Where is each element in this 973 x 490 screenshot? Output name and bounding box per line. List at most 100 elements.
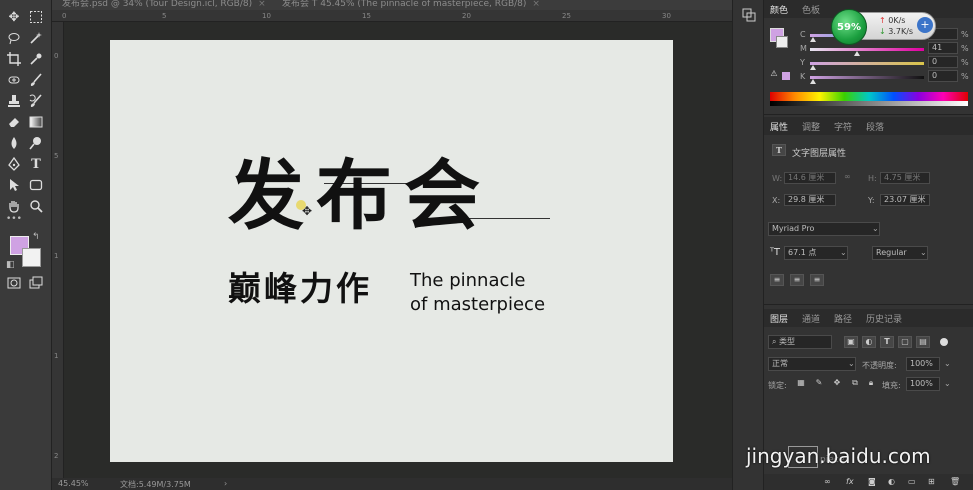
subline-english-line-1[interactable]: The pinnacle bbox=[410, 272, 525, 290]
align-center-icon[interactable]: ≡ bbox=[790, 274, 804, 286]
align-left-icon[interactable]: ≡ bbox=[770, 274, 784, 286]
filter-type-icon[interactable]: T bbox=[880, 336, 894, 348]
x-input[interactable]: 29.8 厘米 bbox=[784, 194, 836, 206]
blur-tool-icon[interactable] bbox=[4, 134, 24, 152]
color-panel-background-swatch[interactable] bbox=[776, 36, 788, 48]
tab-properties[interactable]: 属性 bbox=[770, 120, 788, 133]
document-tab-1[interactable]: 发布会.psd @ 34% (Tour Design.icl, RGB/8) × bbox=[62, 0, 266, 10]
path-selection-tool-icon[interactable] bbox=[4, 176, 24, 194]
filter-smart-object-icon[interactable]: ▤ bbox=[916, 336, 930, 348]
crop-tool-icon[interactable] bbox=[4, 50, 24, 68]
background-color-swatch[interactable] bbox=[22, 248, 41, 267]
width-input[interactable]: 14.6 厘米 bbox=[784, 172, 836, 184]
document-tab-2[interactable]: 发布会 T 45.45% (The pinnacle of masterpiec… bbox=[282, 0, 540, 10]
channel-k-slider[interactable] bbox=[810, 76, 924, 79]
channel-k-thumb[interactable] bbox=[810, 79, 816, 84]
channel-y-thumb[interactable] bbox=[810, 65, 816, 70]
healing-brush-tool-icon[interactable] bbox=[4, 71, 24, 89]
font-size-input[interactable]: 67.1 点 bbox=[784, 246, 848, 260]
tab-swatches[interactable]: 色板 bbox=[802, 3, 820, 16]
filter-toggle-icon[interactable] bbox=[940, 338, 948, 346]
new-group-icon[interactable]: ▭ bbox=[908, 477, 916, 486]
tab-paragraph[interactable]: 段落 bbox=[866, 120, 884, 133]
zoom-level[interactable]: 45.45% bbox=[58, 479, 89, 488]
move-tool-icon[interactable]: ✥ bbox=[4, 8, 24, 26]
dodge-tool-icon[interactable] bbox=[26, 134, 46, 152]
type-tool-icon[interactable]: T bbox=[26, 155, 46, 173]
channel-m-slider[interactable] bbox=[810, 48, 924, 51]
layer-filter-select[interactable]: ⌕ 类型 bbox=[768, 335, 832, 349]
lock-pixels-icon[interactable]: ▦ bbox=[794, 378, 808, 390]
canvas-workspace[interactable]: 发布会 巅峰力作 The pinnacle of masterpiece ✥ bbox=[64, 22, 732, 478]
lock-all-icon[interactable]: 🔒︎ bbox=[864, 378, 878, 390]
channel-y-input[interactable]: 0 bbox=[928, 56, 958, 68]
fill-input[interactable]: 100% bbox=[906, 377, 940, 391]
blend-mode-select[interactable]: 正常 bbox=[768, 357, 856, 371]
network-monitor-widget[interactable]: 59% ↑ 0K/s ↓ 3.7K/s + bbox=[831, 9, 936, 45]
rectangle-tool-icon[interactable] bbox=[26, 176, 46, 194]
tab-character[interactable]: 字符 bbox=[834, 120, 852, 133]
filter-shape-icon[interactable]: ▢ bbox=[898, 336, 912, 348]
channel-k-input[interactable]: 0 bbox=[928, 70, 958, 82]
lasso-tool-icon[interactable] bbox=[4, 29, 24, 47]
boost-plus-icon[interactable]: + bbox=[917, 17, 933, 33]
default-colors-icon[interactable]: ◧ bbox=[6, 260, 15, 270]
marquee-tool-icon[interactable] bbox=[26, 8, 46, 26]
swap-colors-icon[interactable]: ↰ bbox=[32, 232, 40, 242]
y-input[interactable]: 23.07 厘米 bbox=[880, 194, 930, 206]
eraser-tool-icon[interactable] bbox=[4, 113, 24, 131]
headline-text[interactable]: 发布会 bbox=[228, 158, 492, 234]
lock-artboard-icon[interactable]: ⧉ bbox=[848, 378, 862, 390]
tab-channels[interactable]: 通道 bbox=[802, 312, 820, 325]
channel-c-thumb[interactable] bbox=[810, 37, 816, 42]
color-spectrum-bar[interactable] bbox=[770, 92, 968, 106]
delete-layer-icon[interactable]: 🗑︎ bbox=[950, 477, 960, 486]
gradient-tool-icon[interactable] bbox=[26, 113, 46, 131]
stamp-tool-icon[interactable] bbox=[4, 92, 24, 110]
screen-mode-icon[interactable] bbox=[26, 274, 46, 292]
zoom-tool-icon[interactable] bbox=[26, 197, 46, 215]
chevron-down-icon[interactable]: ⌄ bbox=[920, 248, 927, 257]
new-layer-icon[interactable]: ⊞ bbox=[928, 477, 935, 486]
tab-paths[interactable]: 路径 bbox=[834, 312, 852, 325]
gamut-swatch[interactable] bbox=[782, 72, 790, 80]
filter-pixel-icon[interactable]: ▣ bbox=[844, 336, 858, 348]
tab-adjustments[interactable]: 调整 bbox=[802, 120, 820, 133]
add-mask-icon[interactable]: ◙ bbox=[868, 477, 876, 486]
chevron-down-icon[interactable]: ⌄ bbox=[944, 379, 951, 388]
hand-tool-icon[interactable] bbox=[4, 197, 24, 215]
character-panel-icon[interactable] bbox=[739, 6, 759, 24]
history-brush-tool-icon[interactable] bbox=[26, 92, 46, 110]
tab-history[interactable]: 历史记录 bbox=[866, 312, 902, 325]
status-arrow-icon[interactable]: › bbox=[224, 479, 227, 488]
pen-tool-icon[interactable] bbox=[4, 155, 24, 173]
link-layers-icon[interactable]: ∞ bbox=[824, 477, 831, 486]
link-icon[interactable]: ∞ bbox=[844, 172, 851, 181]
close-icon[interactable]: × bbox=[258, 0, 266, 9]
quick-mask-icon[interactable] bbox=[4, 274, 24, 292]
channel-y-slider[interactable] bbox=[810, 62, 924, 65]
height-input[interactable]: 4.75 厘米 bbox=[880, 172, 930, 184]
channel-m-input[interactable]: 41 bbox=[928, 42, 958, 54]
channel-m-thumb[interactable] bbox=[854, 51, 860, 56]
layer-style-icon[interactable]: fx bbox=[846, 477, 854, 486]
more-tools-icon[interactable]: ••• bbox=[6, 214, 22, 224]
magic-wand-tool-icon[interactable] bbox=[26, 29, 46, 47]
subline-english-line-2[interactable]: of masterpiece bbox=[410, 296, 545, 314]
gamut-warning-icon[interactable]: ⚠ bbox=[769, 70, 779, 80]
lock-position-icon[interactable]: ✥ bbox=[830, 378, 844, 390]
chevron-down-icon[interactable]: ⌄ bbox=[848, 359, 855, 368]
lock-brush-icon[interactable]: ✎ bbox=[812, 378, 826, 390]
network-percent-ball[interactable]: 59% bbox=[831, 9, 867, 45]
font-family-select[interactable]: Myriad Pro bbox=[768, 222, 880, 236]
eyedropper-tool-icon[interactable] bbox=[26, 50, 46, 68]
tab-color[interactable]: 颜色 bbox=[770, 3, 788, 16]
opacity-input[interactable]: 100% bbox=[906, 357, 940, 371]
tab-layers[interactable]: 图层 bbox=[770, 312, 788, 325]
chevron-down-icon[interactable]: ⌄ bbox=[840, 248, 847, 257]
document-canvas[interactable]: 发布会 巅峰力作 The pinnacle of masterpiece ✥ bbox=[110, 40, 673, 462]
brush-tool-icon[interactable] bbox=[26, 71, 46, 89]
close-icon[interactable]: × bbox=[532, 0, 540, 9]
chevron-down-icon[interactable]: ⌄ bbox=[872, 224, 879, 233]
subline-chinese-text[interactable]: 巅峰力作 bbox=[228, 272, 372, 305]
